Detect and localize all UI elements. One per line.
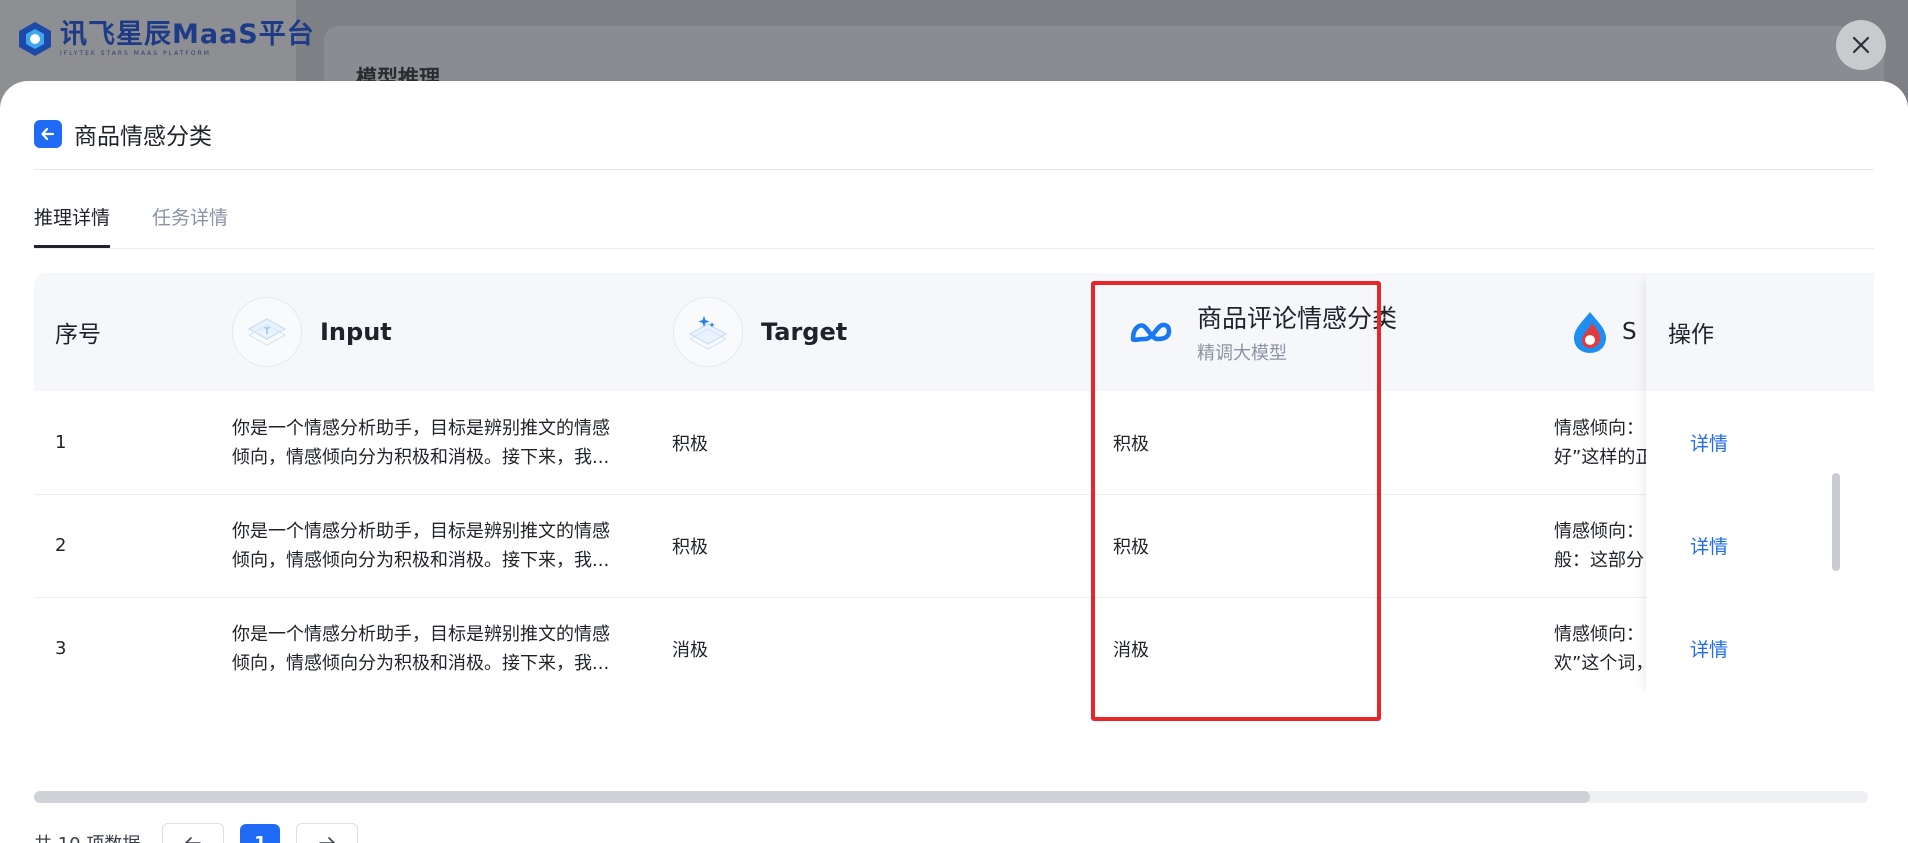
close-icon xyxy=(1852,36,1870,54)
logo-subtitle: IFLYTEK STARS MAAS PLATFORM xyxy=(60,50,211,57)
row-input-line2: 倾向，情感倾向分为积极和消极。接下来，我... xyxy=(232,652,610,674)
row-detail-link[interactable]: 详情 xyxy=(1690,635,1728,662)
tab-task-detail[interactable]: 任务详情 xyxy=(152,203,228,248)
row-input-line2: 倾向，情感倾向分为积极和消极。接下来，我... xyxy=(232,549,610,571)
header-target: Target xyxy=(673,273,847,391)
header-index: 序号 xyxy=(55,273,101,391)
row-input-line2: 倾向，情感倾向分为积极和消极。接下来，我... xyxy=(232,446,610,468)
header-other-model: S xyxy=(1570,273,1637,391)
table-row: 3 你是一个情感分析助手，目标是辨别推文的情感 倾向，情感倾向分为积极和消极。接… xyxy=(34,597,1874,693)
row-detail-cell: 详情 xyxy=(1690,391,1728,494)
back-arrow-icon xyxy=(41,127,55,141)
row-other-line1: 情感倾向： xyxy=(1554,520,1644,542)
row-input-line1: 你是一个情感分析助手，目标是辨别推文的情感 xyxy=(232,520,610,542)
pagination: 共 10 项数据 1 xyxy=(34,823,359,843)
row-other-line1: 情感倾向： xyxy=(1554,623,1644,645)
row-detail-link[interactable]: 详情 xyxy=(1690,429,1728,456)
modal-header: 商品情感分类 xyxy=(34,117,212,151)
modal-title: 商品情感分类 xyxy=(74,124,212,150)
svg-text:T: T xyxy=(263,327,270,337)
spark-logo-icon xyxy=(1574,312,1606,353)
header-input-label: Input xyxy=(320,318,392,346)
header-target-label: Target xyxy=(761,318,848,346)
header-operations: 操作 xyxy=(1646,273,1874,391)
row-target: 积极 xyxy=(672,536,708,558)
highlight-annotation-box xyxy=(1091,281,1381,721)
table-header: 序号 T Input Target 商品评论情感分类 精调大模型 S xyxy=(34,273,1874,391)
prev-page-button[interactable] xyxy=(162,823,225,843)
row-input-line1: 你是一个情感分析助手，目标是辨别推文的情感 xyxy=(232,623,610,645)
header-divider xyxy=(34,169,1874,170)
row-index: 2 xyxy=(55,535,67,556)
arrow-left-icon xyxy=(185,837,202,843)
page-number-button[interactable]: 1 xyxy=(240,824,281,843)
row-other-line2: 好”这样的正 xyxy=(1554,446,1648,468)
back-button[interactable] xyxy=(34,120,62,148)
header-index-label: 序号 xyxy=(55,322,101,348)
row-input: 你是一个情感分析助手，目标是辨别推文的情感 倾向，情感倾向分为积极和消极。接下来… xyxy=(232,391,642,494)
row-detail-cell: 详情 xyxy=(1690,494,1728,597)
header-other-model-label: S xyxy=(1622,319,1637,345)
row-index: 3 xyxy=(55,638,67,659)
header-operations-label: 操作 xyxy=(1668,322,1714,348)
row-detail-link[interactable]: 详情 xyxy=(1690,532,1728,559)
platform-logo: 讯飞星辰MaaS平台 IFLYTEK STARS MAAS PLATFORM xyxy=(16,20,315,58)
row-target: 消极 xyxy=(672,639,708,661)
row-other-line1: 情感倾向： xyxy=(1554,417,1644,439)
tab-divider xyxy=(34,248,1874,249)
tab-inference-detail[interactable]: 推理详情 xyxy=(34,203,111,248)
next-page-button[interactable] xyxy=(296,823,359,843)
row-input: 你是一个情感分析助手，目标是辨别推文的情感 倾向，情感倾向分为积极和消极。接下来… xyxy=(232,597,642,693)
row-index: 1 xyxy=(55,432,67,453)
logo-mark-icon xyxy=(19,22,51,56)
table-row: 1 你是一个情感分析助手，目标是辨别推文的情感 倾向，情感倾向分为积极和消极。接… xyxy=(34,391,1874,495)
table-row: 2 你是一个情感分析助手，目标是辨别推文的情感 倾向，情感倾向分为积极和消极。接… xyxy=(34,494,1874,598)
horizontal-scrollbar[interactable] xyxy=(34,791,1868,803)
header-input: T Input xyxy=(232,273,392,391)
row-input-line1: 你是一个情感分析助手，目标是辨别推文的情感 xyxy=(232,417,610,439)
horizontal-scrollbar-thumb[interactable] xyxy=(34,791,1590,803)
inference-detail-modal: 商品情感分类 推理详情 任务详情 序号 T Input Target 商品评论情… xyxy=(0,81,1908,843)
input-icon: T xyxy=(232,297,302,367)
row-input: 你是一个情感分析助手，目标是辨别推文的情感 倾向，情感倾向分为积极和消极。接下来… xyxy=(232,494,642,597)
row-other-line2: 欢”这个词， xyxy=(1554,652,1648,674)
results-table: 序号 T Input Target 商品评论情感分类 精调大模型 S 1 你是一… xyxy=(34,273,1874,693)
tab-bar: 推理详情 任务详情 xyxy=(34,203,228,248)
row-target: 积极 xyxy=(672,433,708,455)
row-detail-cell: 详情 xyxy=(1690,597,1728,693)
vertical-scrollbar[interactable] xyxy=(1832,473,1840,571)
row-other-output: 情感倾向： 般：这部分 xyxy=(1554,494,1648,597)
target-icon xyxy=(673,297,743,367)
close-button[interactable] xyxy=(1836,20,1886,70)
row-other-output: 情感倾向： 欢”这个词， xyxy=(1554,597,1648,693)
row-other-output: 情感倾向： 好”这样的正 xyxy=(1554,391,1648,494)
logo-title: 讯飞星辰MaaS平台 xyxy=(60,19,315,50)
arrow-right-icon xyxy=(319,837,336,843)
row-other-line2: 般：这部分 xyxy=(1554,549,1644,571)
pagination-total: 共 10 项数据 xyxy=(34,830,140,843)
